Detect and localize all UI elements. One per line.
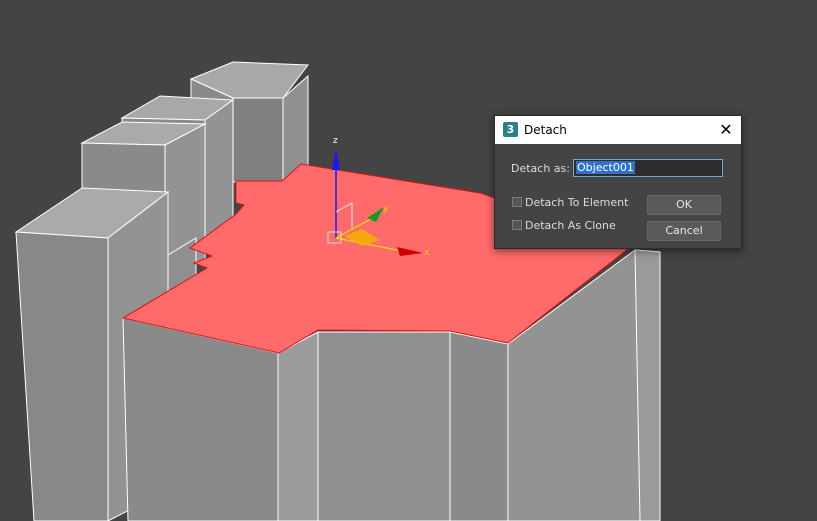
3d-viewport[interactable]: z y x (0, 0, 817, 521)
z-axis-label: z (333, 136, 338, 146)
detach-dialog: 3 Detach ✕ Detach as: Object001 Detach T… (494, 115, 742, 249)
cancel-button[interactable]: Cancel (647, 221, 721, 241)
ok-button[interactable]: OK (647, 195, 721, 215)
checkbox-box[interactable] (512, 197, 522, 207)
detach-as-input[interactable]: Object001 (573, 159, 723, 177)
y-axis-label: y (383, 204, 389, 214)
dialog-title: Detach (524, 123, 567, 137)
x-axis-label: x (424, 248, 430, 258)
checkbox-box[interactable] (512, 220, 522, 230)
app-3dsmax-icon: 3 (503, 122, 518, 137)
detach-as-clone-label: Detach As Clone (525, 219, 616, 232)
viewport-scene: z y x (14, 61, 661, 521)
detach-as-value: Object001 (576, 161, 635, 174)
close-icon[interactable]: ✕ (715, 119, 737, 141)
detach-as-label: Detach as: (511, 162, 570, 175)
dialog-title-bar[interactable]: 3 Detach ✕ (495, 116, 741, 144)
detach-to-element-label: Detach To Element (525, 196, 629, 209)
